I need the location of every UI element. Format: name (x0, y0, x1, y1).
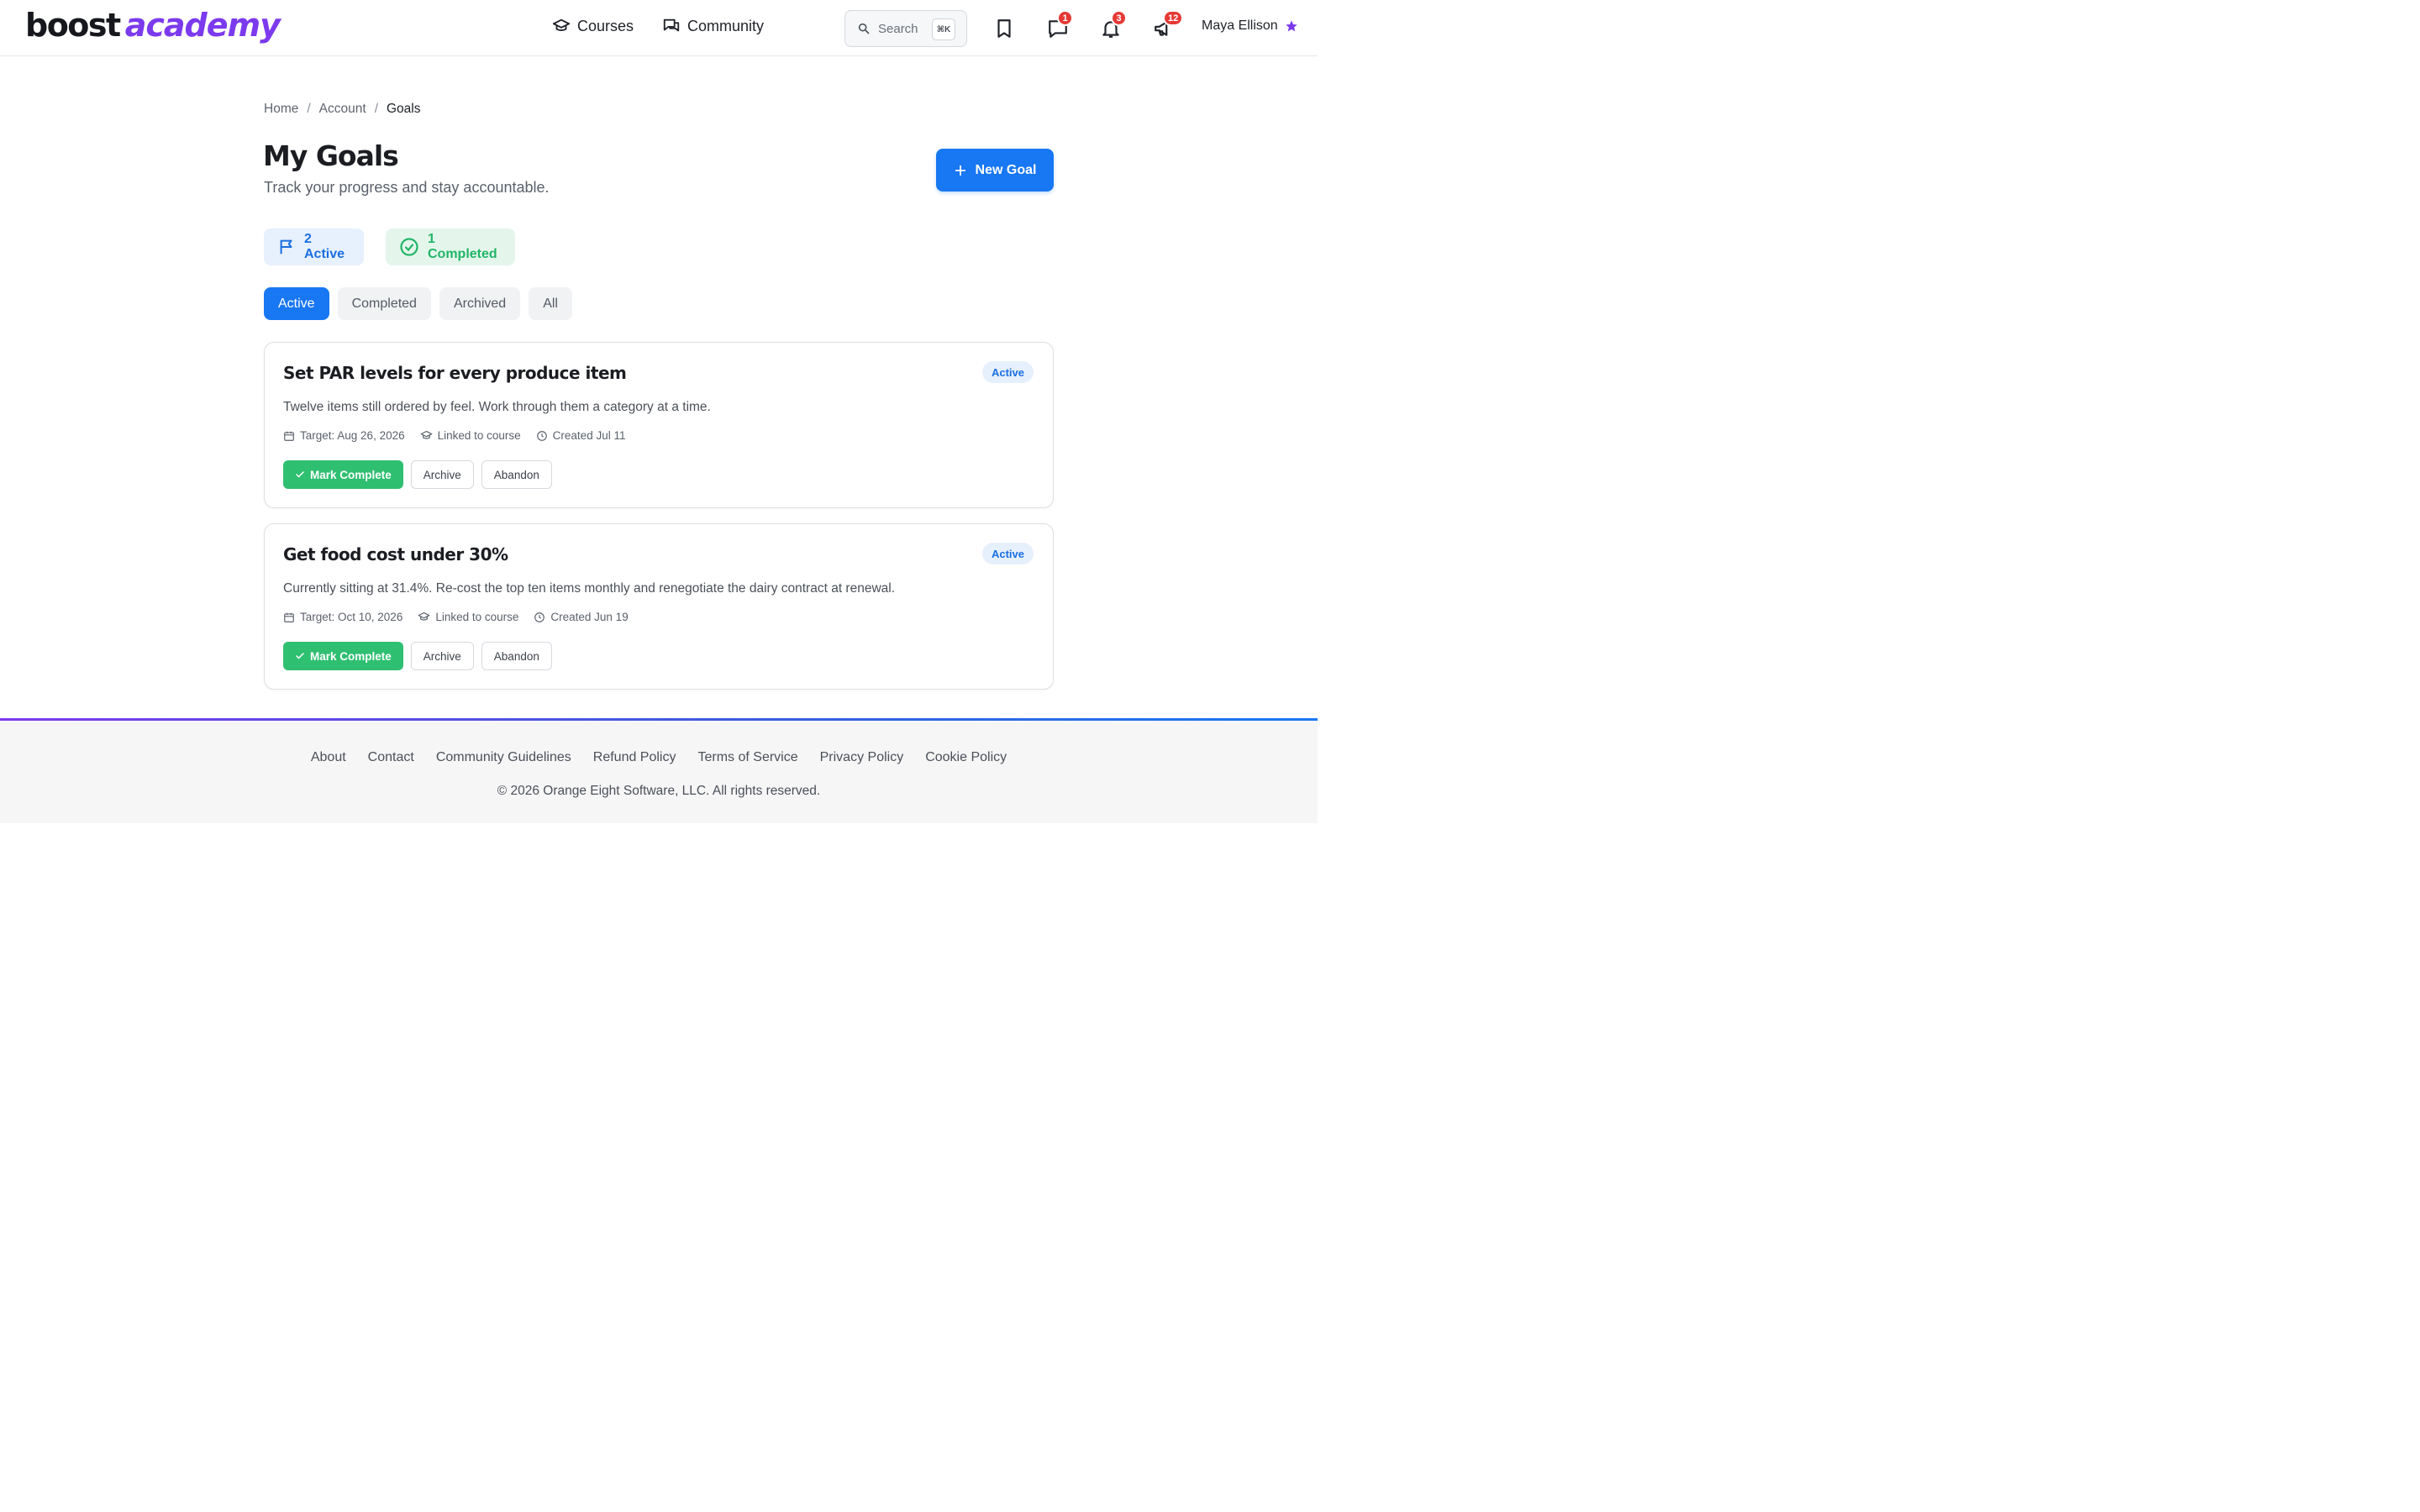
goal-target: Target: Oct 10, 2026 (283, 611, 402, 623)
footer-link-cookie[interactable]: Cookie Policy (925, 750, 1007, 765)
goal-created-text: Created Jun 19 (550, 611, 629, 623)
status-badge: Active (981, 361, 1034, 383)
copyright: © 2026 Orange Eight Software, LLC. All r… (497, 784, 821, 798)
messages-button[interactable]: 1 (1047, 10, 1073, 39)
brand-name-part1: boost (25, 7, 121, 44)
nav-courses-label: Courses (577, 17, 634, 34)
page-footer: About Contact Community Guidelines Refun… (0, 718, 1318, 823)
goal-meta: Target: Aug 26, 2026 Linked to course Cr… (283, 429, 625, 442)
completed-goals-count: 1 Completed (428, 232, 497, 261)
footer-links: About Contact Community Guidelines Refun… (0, 750, 1318, 765)
goal-linked[interactable]: Linked to course (418, 611, 518, 623)
tab-completed[interactable]: Completed (337, 287, 431, 320)
active-goals-count: 2 Active (304, 232, 345, 261)
clock-icon (534, 612, 545, 623)
archive-button[interactable]: Archive (410, 460, 474, 489)
announcements-count-badge: 12 (1163, 10, 1184, 26)
breadcrumb-account[interactable]: Account (319, 102, 366, 117)
status-badge: Active (981, 543, 1034, 564)
check-icon (295, 470, 305, 480)
footer-link-refund-policy[interactable]: Refund Policy (593, 750, 676, 765)
plus-icon (954, 164, 967, 177)
goal-created: Created Jul 11 (536, 429, 626, 442)
active-goals-stat: 2 Active (264, 228, 364, 265)
flag-icon (277, 238, 296, 256)
goal-actions: Mark Complete Archive Abandon (283, 460, 552, 489)
goal-title: Get food cost under 30% (283, 544, 508, 564)
star-icon (1285, 19, 1298, 33)
footer-link-about[interactable]: About (311, 750, 346, 765)
breadcrumb-current: Goals (387, 102, 421, 116)
goal-target-text: Target: Aug 26, 2026 (300, 429, 405, 442)
breadcrumb-home[interactable]: Home (264, 102, 298, 117)
goal-created: Created Jun 19 (534, 611, 629, 623)
tab-active[interactable]: Active (264, 287, 329, 320)
nav-courses[interactable]: Courses (552, 17, 634, 35)
tab-all[interactable]: All (529, 287, 572, 320)
mark-complete-label: Mark Complete (310, 468, 392, 481)
abandon-button[interactable]: Abandon (481, 460, 552, 489)
breadcrumb-separator: / (374, 102, 378, 116)
graduation-cap-icon (420, 429, 433, 442)
check-icon (295, 651, 305, 661)
notifications-count-badge: 3 (1111, 10, 1127, 26)
goal-filter-tabs: Active Completed Archived All (264, 287, 572, 320)
calendar-icon (283, 612, 295, 623)
bookmarks-button[interactable] (993, 18, 1015, 39)
new-goal-button[interactable]: New Goal (936, 149, 1054, 192)
page-title: My Goals (263, 139, 399, 172)
footer-link-community-guidelines[interactable]: Community Guidelines (436, 750, 571, 765)
top-header: boost academy Courses Community Search ⌘… (0, 0, 1318, 56)
goal-description: Twelve items still ordered by feel. Work… (283, 400, 711, 414)
user-name: Maya Ellison (1202, 18, 1278, 33)
goal-meta: Target: Oct 10, 2026 Linked to course Cr… (283, 611, 629, 623)
goal-actions: Mark Complete Archive Abandon (283, 642, 552, 670)
search-placeholder: Search (878, 21, 918, 36)
calendar-icon (283, 430, 295, 442)
footer-gradient-divider (0, 718, 1318, 721)
messages-count-badge: 1 (1057, 10, 1073, 26)
search-shortcut: ⌘K (932, 18, 955, 40)
footer-link-privacy[interactable]: Privacy Policy (820, 750, 904, 765)
footer-link-terms[interactable]: Terms of Service (697, 750, 797, 765)
brand-logo[interactable]: boost academy (25, 7, 281, 49)
completed-goals-stat: 1 Completed (386, 228, 515, 265)
user-menu[interactable]: Maya Ellison (1202, 18, 1298, 34)
goal-linked[interactable]: Linked to course (420, 429, 521, 442)
goal-card: Get food cost under 30% Active Currently… (264, 523, 1054, 690)
goal-title: Set PAR levels for every produce item (283, 363, 627, 383)
bookmark-icon (993, 18, 1015, 39)
archive-button[interactable]: Archive (410, 642, 474, 670)
page-subtitle: Track your progress and stay accountable… (264, 179, 550, 196)
announcements-button[interactable]: 12 (1153, 10, 1184, 39)
goal-created-text: Created Jul 11 (552, 429, 626, 442)
notifications-button[interactable]: 3 (1100, 10, 1127, 39)
footer-link-contact[interactable]: Contact (368, 750, 414, 765)
brand-name-part2: academy (124, 7, 281, 44)
mark-complete-button[interactable]: Mark Complete (283, 642, 403, 670)
mark-complete-label: Mark Complete (310, 649, 392, 663)
breadcrumb-separator: / (307, 102, 311, 116)
breadcrumb: Home / Account / Goals (264, 102, 421, 117)
nav-community-label: Community (687, 17, 765, 34)
goal-linked-text: Linked to course (437, 429, 521, 442)
graduation-cap-icon (552, 17, 571, 35)
abandon-button[interactable]: Abandon (481, 642, 552, 670)
chat-bubbles-icon (662, 17, 681, 35)
check-circle-icon (399, 237, 419, 257)
graduation-cap-icon (418, 611, 430, 623)
goal-description: Currently sitting at 31.4%. Re-cost the … (283, 581, 896, 596)
goal-target: Target: Aug 26, 2026 (283, 429, 405, 442)
goal-linked-text: Linked to course (435, 611, 519, 623)
tab-archived[interactable]: Archived (439, 287, 521, 320)
search-icon (857, 22, 871, 35)
search-box[interactable]: Search ⌘K (844, 10, 967, 47)
goal-card: Set PAR levels for every produce item Ac… (264, 342, 1054, 508)
clock-icon (536, 430, 548, 442)
new-goal-label: New Goal (975, 162, 1037, 177)
nav-community[interactable]: Community (662, 17, 764, 35)
mark-complete-button[interactable]: Mark Complete (283, 460, 403, 489)
goal-target-text: Target: Oct 10, 2026 (300, 611, 403, 623)
